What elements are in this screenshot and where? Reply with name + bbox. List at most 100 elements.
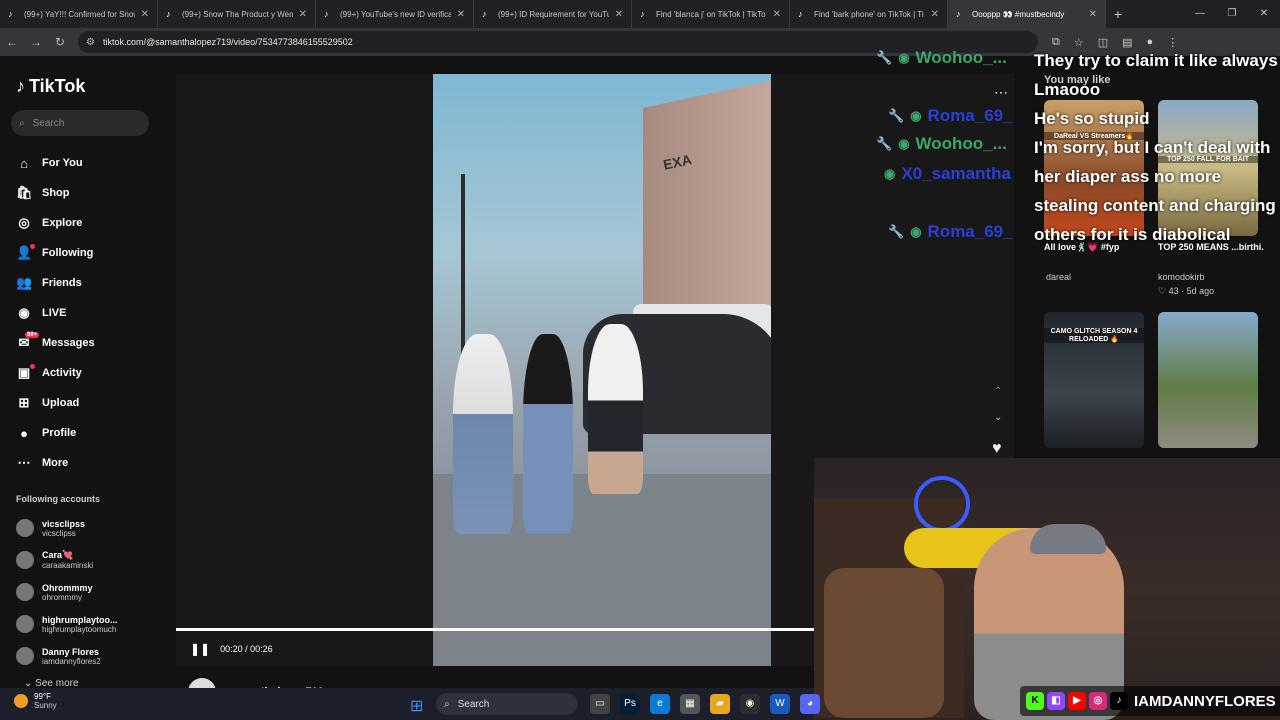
new-tab-button[interactable]: + xyxy=(1106,0,1130,28)
nav-live[interactable]: ◉ LIVE xyxy=(16,298,156,328)
browser-tab[interactable]: ♪ (99+) YaY!!! Confirmed for Snow ✕ xyxy=(0,0,158,28)
maximize-icon[interactable]: ❐ xyxy=(1216,0,1248,28)
reload-icon[interactable]: ↻ xyxy=(48,35,72,49)
twitch-icon: ◧ xyxy=(1047,692,1065,710)
following-account[interactable]: Danny Flores iamdannyflores2 xyxy=(16,640,156,672)
following-account[interactable]: Cara💘 caraakaminski xyxy=(16,544,156,576)
nav-upload[interactable]: ⊞ Upload xyxy=(16,388,156,418)
video-person xyxy=(588,324,643,494)
nav-label: LIVE xyxy=(42,307,67,319)
chat-badge-icon: ◉ xyxy=(898,50,910,65)
chat-name-text: Roma_69_ xyxy=(927,106,1013,125)
nav-label: Shop xyxy=(42,187,70,199)
following-list: vicsclipss vicsclipss Cara💘 caraakaminski … xyxy=(16,512,156,672)
recommended-video[interactable] xyxy=(1158,312,1258,448)
nav-label: Upload xyxy=(42,397,80,409)
chat-badge-icon: ◉ xyxy=(910,224,922,239)
browser-tab-active[interactable]: ♪ Oooppp 👀 #mustbecindy ✕ xyxy=(948,0,1106,28)
more-options-icon[interactable]: ⋯ xyxy=(994,84,1008,101)
video-time: 00:20 / 00:26 xyxy=(220,644,273,654)
profile-icon: ● xyxy=(20,425,28,441)
nav-for-you[interactable]: ⌂ For You xyxy=(16,148,156,178)
recommended-video[interactable]: CAMO GLITCH SEASON 4 RELOADED 🔥 xyxy=(1044,312,1144,448)
social-handle-banner: K ◧ ▶ ◎ ♪ IAMDANNYFLORES xyxy=(1020,686,1280,716)
tiktok-icon: ♪ xyxy=(956,9,961,19)
word-icon[interactable]: W xyxy=(770,694,790,714)
site-info-icon[interactable]: ⚙ xyxy=(86,37,95,48)
following-account[interactable]: Ohrommmy ohrommmy xyxy=(16,576,156,608)
search-input[interactable]: ⌕ Search xyxy=(11,110,149,136)
folder-icon[interactable]: ▰ xyxy=(710,694,730,714)
tiktok-note-icon: ♪ xyxy=(16,76,25,96)
browser-tab[interactable]: ♪ (99+) YouTube's new ID verificat ✕ xyxy=(316,0,474,28)
nav-label: Profile xyxy=(42,427,77,439)
following-account[interactable]: vicsclipss vicsclipss xyxy=(16,512,156,544)
upload-icon: ⊞ xyxy=(18,395,30,410)
browser-tab[interactable]: ♪ Find 'blanca j' on TikTok | TikTo ✕ xyxy=(632,0,790,28)
chevron-up-icon[interactable]: ⌃ xyxy=(994,386,1002,397)
nav-more[interactable]: ⋯ More xyxy=(16,448,156,478)
close-icon[interactable]: ✕ xyxy=(457,9,465,20)
playback-controls: ❚❚ 00:20 / 00:26 xyxy=(190,642,273,656)
edge-icon[interactable]: e xyxy=(650,694,670,714)
close-icon[interactable]: ✕ xyxy=(1089,9,1097,20)
video-progress-bar[interactable] xyxy=(176,628,822,631)
store-icon[interactable]: ▦ xyxy=(680,694,700,714)
forward-icon[interactable]: → xyxy=(24,35,48,49)
weather-condition: Sunny xyxy=(34,701,57,710)
nav-shop[interactable]: 🛍 Shop xyxy=(16,178,156,208)
rec-author[interactable]: dareal xyxy=(1046,272,1071,282)
nav-friends[interactable]: 👥 Friends xyxy=(16,268,156,298)
close-icon[interactable]: ✕ xyxy=(773,9,781,20)
browser-tab[interactable]: ♪ (99+) ID Requirement for YouTu ✕ xyxy=(474,0,632,28)
tab-title: (99+) YaY!!! Confirmed for Snow xyxy=(24,9,135,19)
rec-thumb-label: CAMO GLITCH SEASON 4 RELOADED 🔥 xyxy=(1044,328,1144,343)
taskbar-search[interactable]: ⌕ Search xyxy=(436,693,578,715)
discord-icon[interactable]: ◕ xyxy=(800,694,820,714)
tiktok-icon: ♪ xyxy=(482,9,487,19)
task-view-icon[interactable]: ▭ xyxy=(590,694,610,714)
nav-profile[interactable]: ● Profile xyxy=(16,418,156,448)
account-username: vicsclipss xyxy=(42,528,76,538)
windows-start-icon[interactable]: ⊞ xyxy=(410,696,423,716)
chevron-down-icon[interactable]: ⌄ xyxy=(994,412,1002,423)
avatar xyxy=(16,551,34,569)
account-username: iamdannyflores2 xyxy=(42,656,101,666)
messages-badge: 99+ xyxy=(25,332,40,338)
account-name: Danny Flores xyxy=(42,646,100,657)
streamer-handle: IAMDANNYFLORES xyxy=(1134,692,1276,710)
close-icon[interactable]: ✕ xyxy=(615,9,623,20)
tab-title: (99+) Snow Tha Product y Wen xyxy=(182,9,293,19)
pause-icon[interactable]: ❚❚ xyxy=(190,642,210,656)
tiktok-icon: ♪ xyxy=(324,9,329,19)
tiktok-icon: ♪ xyxy=(798,9,803,19)
browser-tab[interactable]: ♪ Find 'bark phone' on TikTok | Ti ✕ xyxy=(790,0,948,28)
close-icon[interactable]: ✕ xyxy=(299,9,307,20)
video-person xyxy=(523,334,573,534)
nav-label: Messages xyxy=(42,337,95,349)
nav-activity[interactable]: ▣ Activity xyxy=(16,358,156,388)
rec-author[interactable]: komodokirb xyxy=(1158,272,1205,282)
nav-following[interactable]: 👤 Following xyxy=(16,238,156,268)
taskbar-search-label: Search xyxy=(457,698,490,710)
friends-icon: 👥 xyxy=(16,275,33,290)
tiktok-logo[interactable]: ♪ TikTok xyxy=(16,76,85,97)
close-icon[interactable]: ✕ xyxy=(141,9,149,20)
photoshop-icon[interactable]: Ps xyxy=(620,694,640,714)
chrome-icon[interactable]: ◉ xyxy=(740,694,760,714)
weather-widget[interactable]: 99°F Sunny xyxy=(14,692,57,710)
heart-icon[interactable]: ♥ xyxy=(992,440,1002,458)
minimize-icon[interactable]: — xyxy=(1184,0,1216,28)
cam-neon-sign xyxy=(914,476,970,532)
back-icon[interactable]: ← xyxy=(0,35,24,49)
close-window-icon[interactable]: ✕ xyxy=(1248,0,1280,28)
avatar xyxy=(16,519,34,537)
browser-tab[interactable]: ♪ (99+) Snow Tha Product y Wen ✕ xyxy=(158,0,316,28)
nav-explore[interactable]: ◎ Explore xyxy=(16,208,156,238)
following-account[interactable]: highrumplaytoo... highrumplaytoomuch xyxy=(16,608,156,640)
account-name: vicsclipss xyxy=(42,518,86,529)
close-icon[interactable]: ✕ xyxy=(931,9,939,20)
avatar xyxy=(16,615,34,633)
nav-messages[interactable]: ✉ 99+ Messages xyxy=(16,328,156,358)
video-frame[interactable]: EXA xyxy=(433,74,771,666)
